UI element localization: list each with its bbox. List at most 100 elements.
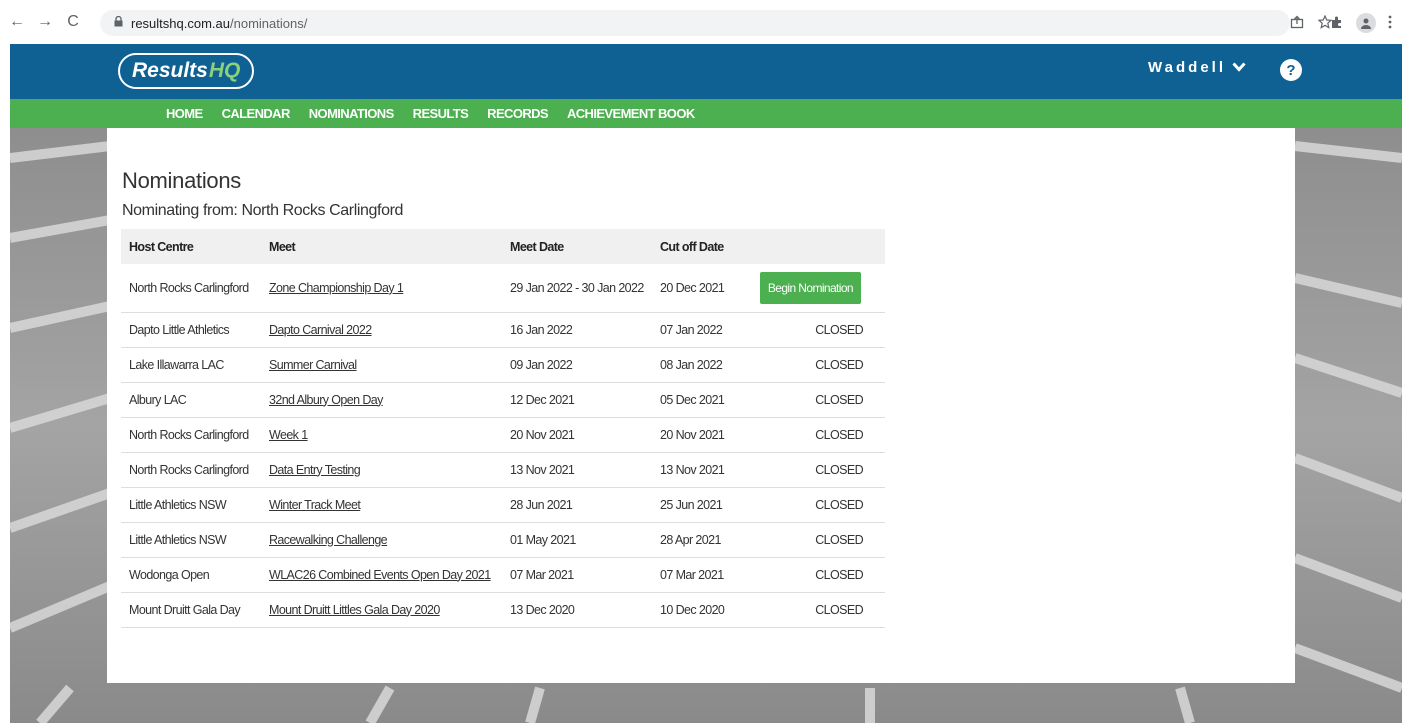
address-bar[interactable]: resultshq.com.au/nominations/ xyxy=(100,10,1290,36)
host-centre-cell: North Rocks Carlingford xyxy=(121,417,261,453)
main-nav: HOME CALENDAR NOMINATIONS RESULTS RECORDS ACH… xyxy=(10,99,1402,128)
url-path: /nominations/ xyxy=(230,15,308,31)
nav-item-home[interactable]: HOME xyxy=(166,106,203,121)
meet-date-cell: 16 Jan 2022 xyxy=(502,312,652,348)
cutoff-date-cell: 08 Jan 2022 xyxy=(652,347,739,383)
meet-cell: WLAC26 Combined Events Open Day 2021 xyxy=(261,557,502,593)
lock-icon xyxy=(114,15,123,30)
cutoff-date-cell: 05 Dec 2021 xyxy=(652,382,739,418)
page-title: Nominations xyxy=(122,168,241,193)
cutoff-date-cell: 07 Jan 2022 xyxy=(652,312,739,348)
meet-link[interactable]: Data Entry Testing xyxy=(269,463,361,477)
nav-item-results[interactable]: RESULTS xyxy=(413,106,469,121)
nav-item-achievement-book[interactable]: ACHIEVEMENT BOOK xyxy=(567,106,695,121)
table-row: Little Athletics NSW Racewalking Challeng… xyxy=(121,522,885,558)
reload-icon[interactable]: C xyxy=(62,11,84,33)
table-row: North Rocks Carlingford Week 1 20 Nov 2021… xyxy=(121,417,885,453)
meet-date-cell: 09 Jan 2022 xyxy=(502,347,652,383)
meet-link[interactable]: Winter Track Meet xyxy=(269,498,361,512)
cutoff-date-cell: 25 Jun 2021 xyxy=(652,487,739,523)
meet-cell: Zone Championship Day 1 xyxy=(261,264,502,313)
nominations-table: Host Centre Meet Meet Date Cut off Date Nor… xyxy=(121,229,885,628)
cutoff-date-cell: 20 Nov 2021 xyxy=(652,417,739,453)
logo-accent-text: HQ xyxy=(208,59,241,82)
meet-link[interactable]: Mount Druitt Littles Gala Day 2020 xyxy=(269,603,440,617)
host-centre-cell: Wodonga Open xyxy=(121,557,261,593)
cutoff-date-cell: 20 Dec 2021 xyxy=(652,264,739,313)
meet-date-cell: 07 Mar 2021 xyxy=(502,557,652,593)
page-subtitle: Nominating from: North Rocks Carlingford xyxy=(122,202,403,219)
status-closed: CLOSED xyxy=(739,557,885,593)
nav-item-records[interactable]: RECORDS xyxy=(487,106,548,121)
meet-date-cell: 29 Jan 2022 - 30 Jan 2022 xyxy=(502,264,652,313)
help-icon[interactable]: ? xyxy=(1280,59,1302,81)
host-centre-cell: North Rocks Carlingford xyxy=(121,264,261,313)
action-cell: Begin Nomination xyxy=(739,264,885,313)
meet-date-cell: 20 Nov 2021 xyxy=(502,417,652,453)
meet-link[interactable]: WLAC26 Combined Events Open Day 2021 xyxy=(269,568,491,582)
column-header: Cut off Date xyxy=(652,229,739,264)
status-closed: CLOSED xyxy=(739,312,885,348)
host-centre-cell: Little Athletics NSW xyxy=(121,487,261,523)
column-header: Meet Date xyxy=(502,229,652,264)
forward-icon[interactable]: → xyxy=(34,11,56,33)
meet-date-cell: 13 Nov 2021 xyxy=(502,452,652,488)
content-panel: Nominations Nominating from: North Rocks… xyxy=(107,128,1295,683)
extensions-icon[interactable] xyxy=(1330,15,1344,32)
meet-link[interactable]: Racewalking Challenge xyxy=(269,533,388,547)
meet-cell: Week 1 xyxy=(261,417,502,453)
user-menu[interactable]: Waddell xyxy=(1148,59,1246,76)
meet-date-cell: 12 Dec 2021 xyxy=(502,382,652,418)
status-closed: CLOSED xyxy=(739,382,885,418)
meet-cell: Racewalking Challenge xyxy=(261,522,502,558)
status-closed: CLOSED xyxy=(739,487,885,523)
cutoff-date-cell: 13 Nov 2021 xyxy=(652,452,739,488)
browser-toolbar: ← → C resultshq.com.au/nominations/ xyxy=(0,0,1402,44)
meet-link[interactable]: Summer Carnival xyxy=(269,358,357,372)
meet-link[interactable]: Dapto Carnival 2022 xyxy=(269,323,372,337)
cutoff-date-cell: 07 Mar 2021 xyxy=(652,557,739,593)
meet-link[interactable]: 32nd Albury Open Day xyxy=(269,393,383,407)
nav-item-calendar[interactable]: CALENDAR xyxy=(222,106,291,121)
meet-link[interactable]: Zone Championship Day 1 xyxy=(269,281,404,295)
chevron-down-icon xyxy=(1232,59,1246,76)
nav-item-nominations[interactable]: NOMINATIONS xyxy=(309,106,394,121)
host-centre-cell: Albury LAC xyxy=(121,382,261,418)
column-header xyxy=(739,229,885,264)
table-row: Mount Druitt Gala Day Mount Druitt Little… xyxy=(121,592,885,628)
host-centre-cell: North Rocks Carlingford xyxy=(121,452,261,488)
meet-date-cell: 28 Jun 2021 xyxy=(502,487,652,523)
meet-cell: 32nd Albury Open Day xyxy=(261,382,502,418)
status-closed: CLOSED xyxy=(739,417,885,453)
host-centre-cell: Little Athletics NSW xyxy=(121,522,261,558)
meet-cell: Winter Track Meet xyxy=(261,487,502,523)
table-row: Little Athletics NSW Winter Track Meet 28 … xyxy=(121,487,885,523)
table-row: North Rocks Carlingford Zone Championship… xyxy=(121,264,885,313)
meet-cell: Data Entry Testing xyxy=(261,452,502,488)
status-closed: CLOSED xyxy=(739,522,885,558)
browser-menu-icon[interactable] xyxy=(1388,15,1392,32)
resultshq-logo[interactable]: Results HQ xyxy=(118,53,255,89)
logo-text: Results xyxy=(132,59,208,82)
user-name: Waddell xyxy=(1148,59,1226,76)
share-icon[interactable] xyxy=(1290,15,1304,32)
status-closed: CLOSED xyxy=(739,592,885,628)
meet-link[interactable]: Week 1 xyxy=(269,428,308,442)
meet-date-cell: 13 Dec 2020 xyxy=(502,592,652,628)
table-header-row: Host Centre Meet Meet Date Cut off Date xyxy=(121,229,885,264)
cutoff-date-cell: 10 Dec 2020 xyxy=(652,592,739,628)
table-row: Dapto Little Athletics Dapto Carnival 202… xyxy=(121,312,885,348)
column-header: Host Centre xyxy=(121,229,261,264)
host-centre-cell: Lake Illawarra LAC xyxy=(121,347,261,383)
cutoff-date-cell: 28 Apr 2021 xyxy=(652,522,739,558)
host-centre-cell: Mount Druitt Gala Day xyxy=(121,592,261,628)
status-closed: CLOSED xyxy=(739,347,885,383)
profile-icon[interactable] xyxy=(1356,13,1376,33)
meet-date-cell: 01 May 2021 xyxy=(502,522,652,558)
table-row: Wodonga Open WLAC26 Combined Events Open … xyxy=(121,557,885,593)
meet-cell: Dapto Carnival 2022 xyxy=(261,312,502,348)
begin-nomination-button[interactable]: Begin Nomination xyxy=(759,271,861,304)
status-closed: CLOSED xyxy=(739,452,885,488)
column-header: Meet xyxy=(261,229,502,264)
back-icon[interactable]: ← xyxy=(6,11,28,33)
